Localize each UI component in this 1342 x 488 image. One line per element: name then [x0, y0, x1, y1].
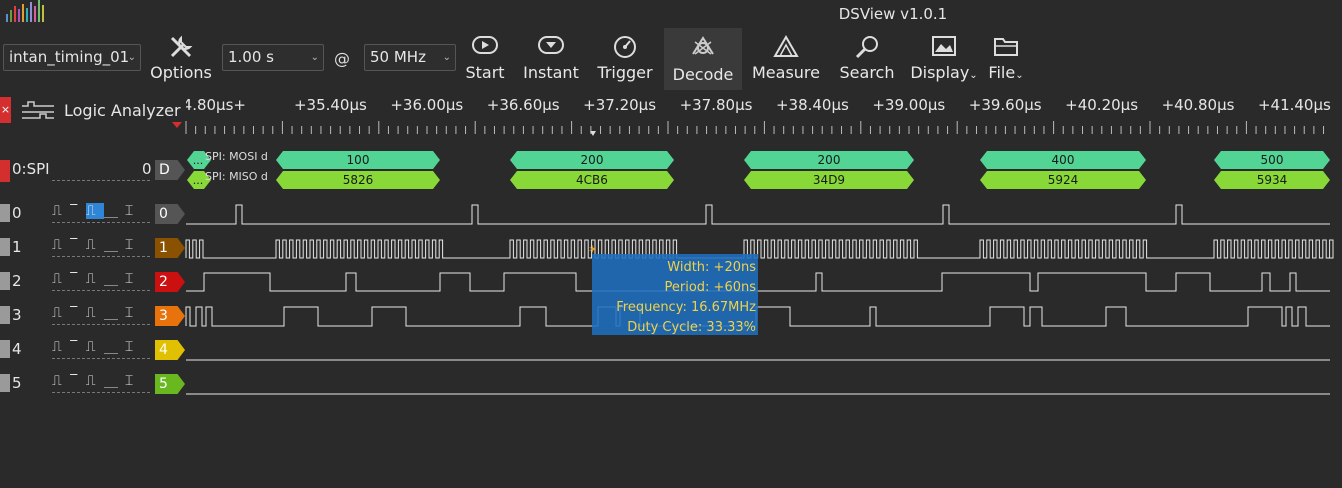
waveform-canvas[interactable]: 100 5826 200 4CB6 200 34D9 400 5924 500 5934.....… [0, 0, 1342, 488]
mosi-value: 100 [347, 153, 370, 167]
channel-1-trace [185, 239, 1334, 259]
channel-2-trace [186, 272, 1330, 292]
mosi-value: 200 [581, 153, 604, 167]
mosi-value: 500 [1261, 153, 1284, 167]
tooltip-period: Period: +60ns [664, 280, 757, 295]
miso-value: 5924 [1048, 173, 1079, 187]
mosi-value: 400 [1052, 153, 1075, 167]
miso-row-label: SPI: MISO d [205, 170, 268, 183]
miso-dots: ... [193, 174, 204, 187]
tooltip-duty: Duty Cycle: 33.33% [627, 320, 756, 335]
mosi-dots: ... [193, 154, 204, 167]
miso-value: 4CB6 [576, 173, 608, 187]
mosi-value: 200 [818, 153, 841, 167]
measure-tooltip: Width: +20ns Period: +60ns Frequency: 16… [592, 254, 758, 335]
miso-value: 5934 [1257, 173, 1288, 187]
channel-0-trace [186, 204, 1330, 225]
channel-3-trace [185, 306, 1330, 327]
miso-value: 34D9 [813, 173, 845, 187]
tooltip-width: Width: +20ns [667, 260, 756, 275]
miso-value: 5826 [343, 173, 374, 187]
ruler-marker-icon [172, 122, 182, 128]
mosi-row-label: SPI: MOSI d [205, 150, 268, 163]
tooltip-frequency: Frequency: 16.67MHz [616, 300, 756, 315]
